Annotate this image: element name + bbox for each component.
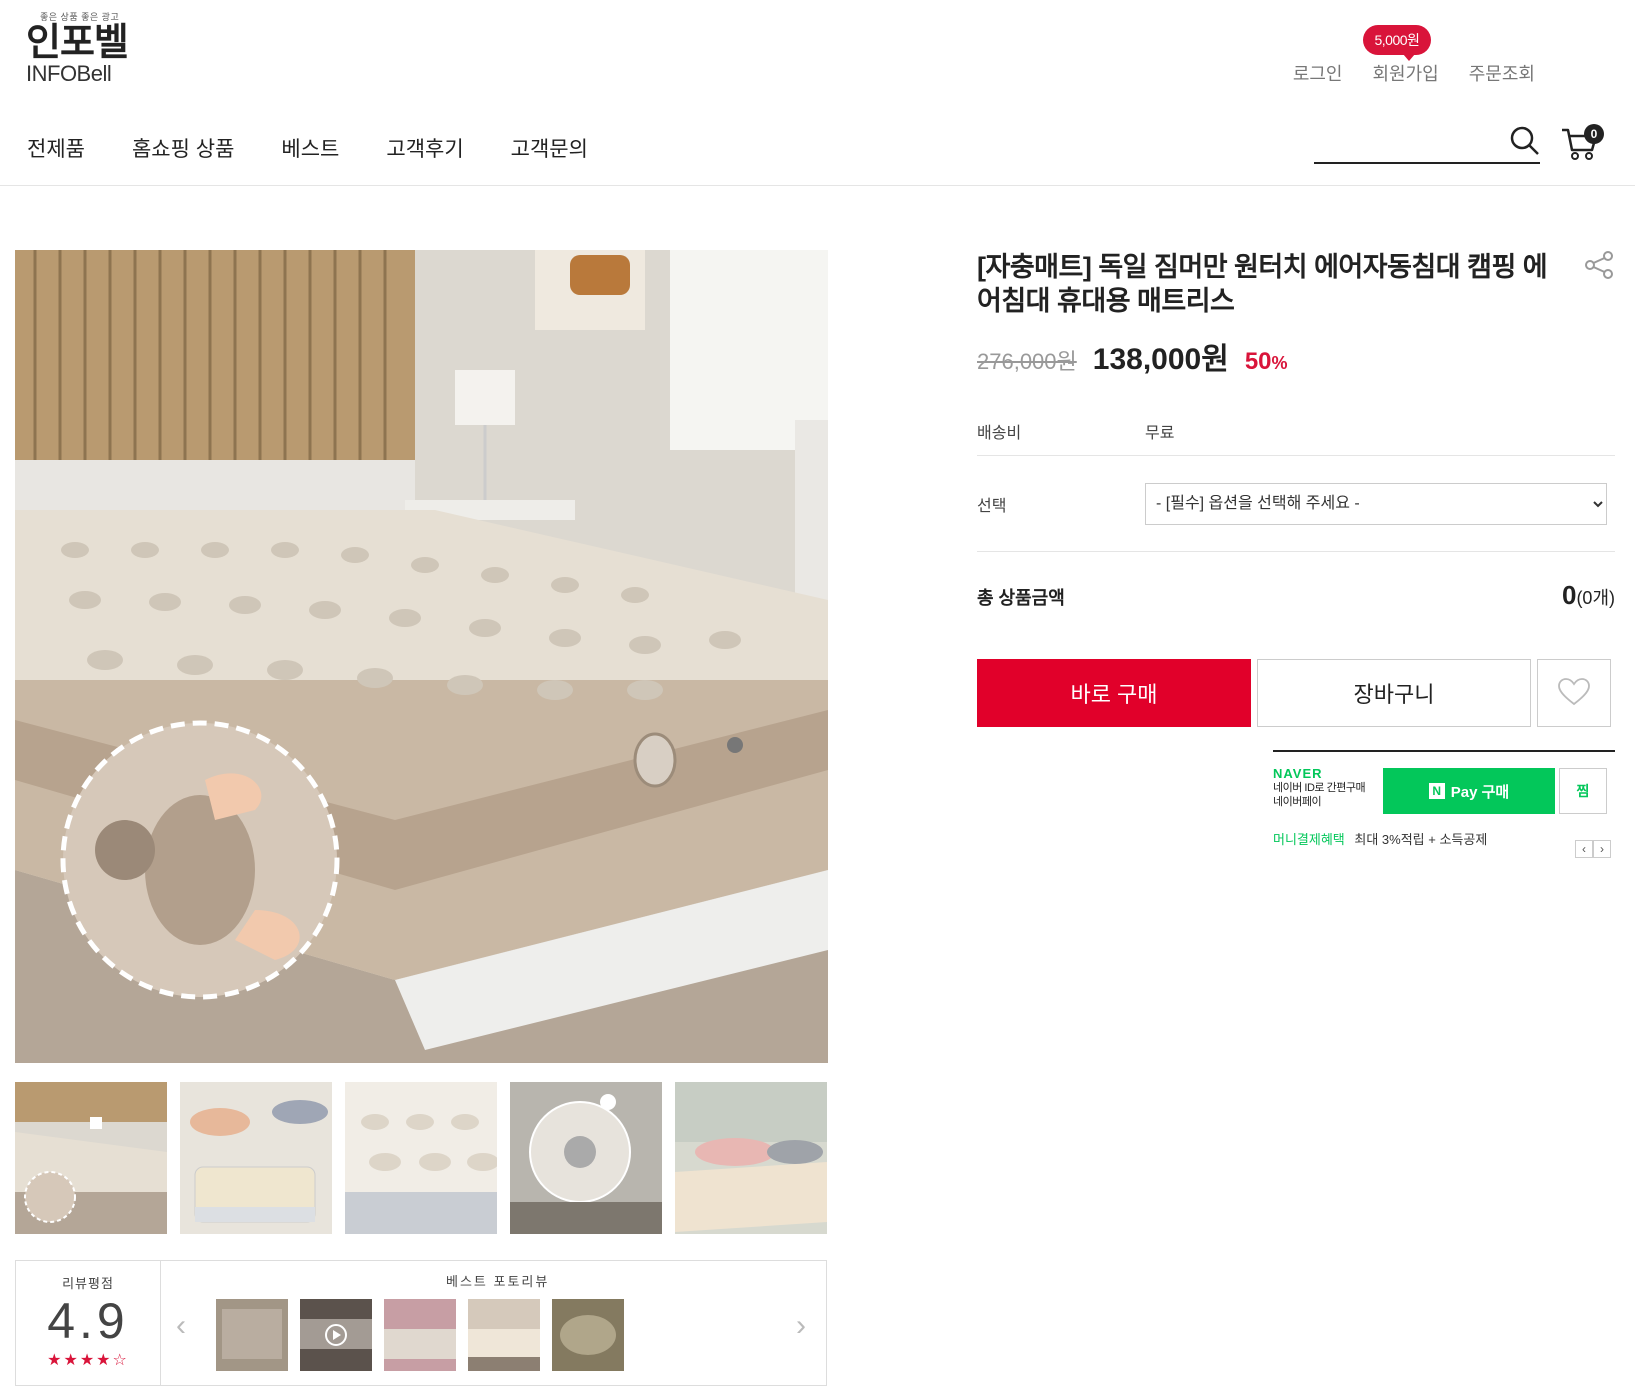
nav-homeshopping[interactable]: 홈쇼핑 상품 bbox=[132, 133, 234, 163]
option-row: 선택 - [필수] 옵션을 선택해 주세요 - bbox=[977, 456, 1615, 552]
photo-review-5[interactable] bbox=[552, 1299, 624, 1371]
product-title: [자충매트] 독일 짐머만 원터치 에어자동침대 캠핑 에어침대 휴대용 매트리… bbox=[977, 252, 1548, 316]
buy-now-button[interactable]: 바로 구매 bbox=[977, 659, 1251, 727]
total-amount: 0(0개) bbox=[1562, 580, 1615, 611]
total-count: (0개) bbox=[1576, 588, 1615, 608]
nav-best[interactable]: 베스트 bbox=[281, 133, 339, 163]
review-next-arrow[interactable]: › bbox=[796, 1309, 806, 1343]
benefit-prev-button[interactable]: ‹ bbox=[1575, 840, 1593, 858]
original-price: 276,000원 bbox=[977, 349, 1077, 374]
thumbnail-1[interactable] bbox=[15, 1082, 167, 1234]
photo-review-list bbox=[216, 1299, 624, 1371]
photo-review-3[interactable] bbox=[384, 1299, 456, 1371]
share-icon[interactable] bbox=[1583, 250, 1615, 285]
rating-score: 4.9 bbox=[47, 1293, 129, 1349]
nav-all-products[interactable]: 전제품 bbox=[27, 133, 85, 163]
search-icon[interactable] bbox=[1510, 126, 1540, 161]
product-main-image[interactable] bbox=[15, 250, 828, 1063]
price-row: 276,000원 138,000원 50% bbox=[977, 334, 1615, 378]
nav-reviews[interactable]: 고객후기 bbox=[386, 133, 463, 163]
shipping-value: 무료 bbox=[1145, 424, 1175, 442]
logo[interactable]: 좋은 상품 좋은 광고 인포벨 INFOBell bbox=[26, 10, 136, 85]
naver-jjim-button[interactable]: 찜 bbox=[1559, 768, 1607, 814]
naver-pay-section: NAVER 네이버 ID로 간편구매 네이버페이 N Pay 구매 찜 머니결제… bbox=[1273, 750, 1615, 858]
discount-rate: 50% bbox=[1245, 348, 1288, 376]
join-reward-badge: 5,000원 bbox=[1362, 25, 1432, 61]
option-label: 선택 bbox=[977, 497, 1007, 515]
benefit-next-button[interactable]: › bbox=[1593, 840, 1611, 858]
wishlist-button[interactable] bbox=[1537, 659, 1611, 727]
review-prev-arrow[interactable]: ‹ bbox=[176, 1309, 186, 1343]
naver-n-icon: N bbox=[1428, 783, 1445, 799]
naver-pay-button[interactable]: N Pay 구매 bbox=[1383, 768, 1555, 814]
search-bar bbox=[1314, 120, 1540, 164]
main-nav: 전제품 홈쇼핑 상품 베스트 고객후기 고객문의 bbox=[27, 133, 588, 163]
shipping-label: 배송비 bbox=[977, 424, 1022, 442]
join-link[interactable]: 5,000원 회원가입 bbox=[1362, 25, 1439, 86]
rating-label: 리뷰평점 bbox=[62, 1276, 114, 1291]
total-label: 총 상품금액 bbox=[977, 588, 1065, 608]
thumbnail-5[interactable] bbox=[675, 1082, 827, 1234]
order-lookup-link[interactable]: 주문조회 bbox=[1469, 60, 1535, 86]
naver-benefit: 머니결제혜택 최대 3%적립 + 소득공제 bbox=[1273, 829, 1615, 848]
option-select[interactable]: - [필수] 옵션을 선택해 주세요 - bbox=[1145, 482, 1607, 525]
heart-icon bbox=[1558, 677, 1590, 709]
cart-count-badge: 0 bbox=[1584, 124, 1604, 144]
utility-menu: 로그인 5,000원 회원가입 주문조회 bbox=[1293, 25, 1535, 86]
logo-korean: 인포벨 bbox=[26, 22, 129, 64]
benefit-label: 머니결제혜택 bbox=[1273, 832, 1345, 847]
thumbnail-strip bbox=[15, 1082, 827, 1234]
shipping-row: 배송비 무료 bbox=[977, 406, 1615, 456]
search-input[interactable] bbox=[1314, 120, 1494, 160]
sale-price: 138,000원 bbox=[1092, 343, 1229, 376]
purchase-buttons: 바로 구매 장바구니 bbox=[977, 659, 1615, 727]
thumbnail-4[interactable] bbox=[510, 1082, 662, 1234]
site-header: 좋은 상품 좋은 광고 인포벨 INFOBell 로그인 5,000원 회원가입… bbox=[0, 0, 1635, 186]
photo-review-2[interactable] bbox=[300, 1299, 372, 1371]
nav-inquiry[interactable]: 고객문의 bbox=[511, 133, 588, 163]
discount-unit: % bbox=[1271, 353, 1288, 373]
benefit-text: 최대 3%적립 + 소득공제 bbox=[1354, 832, 1488, 847]
thumbnail-2[interactable] bbox=[180, 1082, 332, 1234]
thumbnail-3[interactable] bbox=[345, 1082, 497, 1234]
login-link[interactable]: 로그인 bbox=[1293, 60, 1343, 86]
product-info: [자충매트] 독일 짐머만 원터치 에어자동침대 캠핑 에어침대 휴대용 매트리… bbox=[977, 250, 1615, 858]
discount-value: 50 bbox=[1244, 348, 1272, 375]
best-photo-review-label: 베스트 포토리뷰 bbox=[446, 1274, 550, 1289]
photo-review-4[interactable] bbox=[468, 1299, 540, 1371]
rating-panel: 리뷰평점 4.9 ★★★★☆ bbox=[16, 1261, 161, 1385]
naver-pay-label: Pay 구매 bbox=[1450, 783, 1510, 801]
rating-stars: ★★★★☆ bbox=[47, 1352, 129, 1369]
total-value: 0 bbox=[1561, 580, 1577, 610]
review-summary: 리뷰평점 4.9 ★★★★☆ 베스트 포토리뷰 ‹ › bbox=[15, 1260, 827, 1386]
join-label: 회원가입 bbox=[1372, 64, 1439, 84]
total-row: 총 상품금액 0(0개) bbox=[977, 580, 1615, 611]
add-to-cart-button[interactable]: 장바구니 bbox=[1257, 659, 1531, 727]
photo-review-1[interactable] bbox=[216, 1299, 288, 1371]
logo-english: INFOBell bbox=[26, 61, 112, 86]
benefit-pager: ‹ › bbox=[1575, 840, 1611, 858]
